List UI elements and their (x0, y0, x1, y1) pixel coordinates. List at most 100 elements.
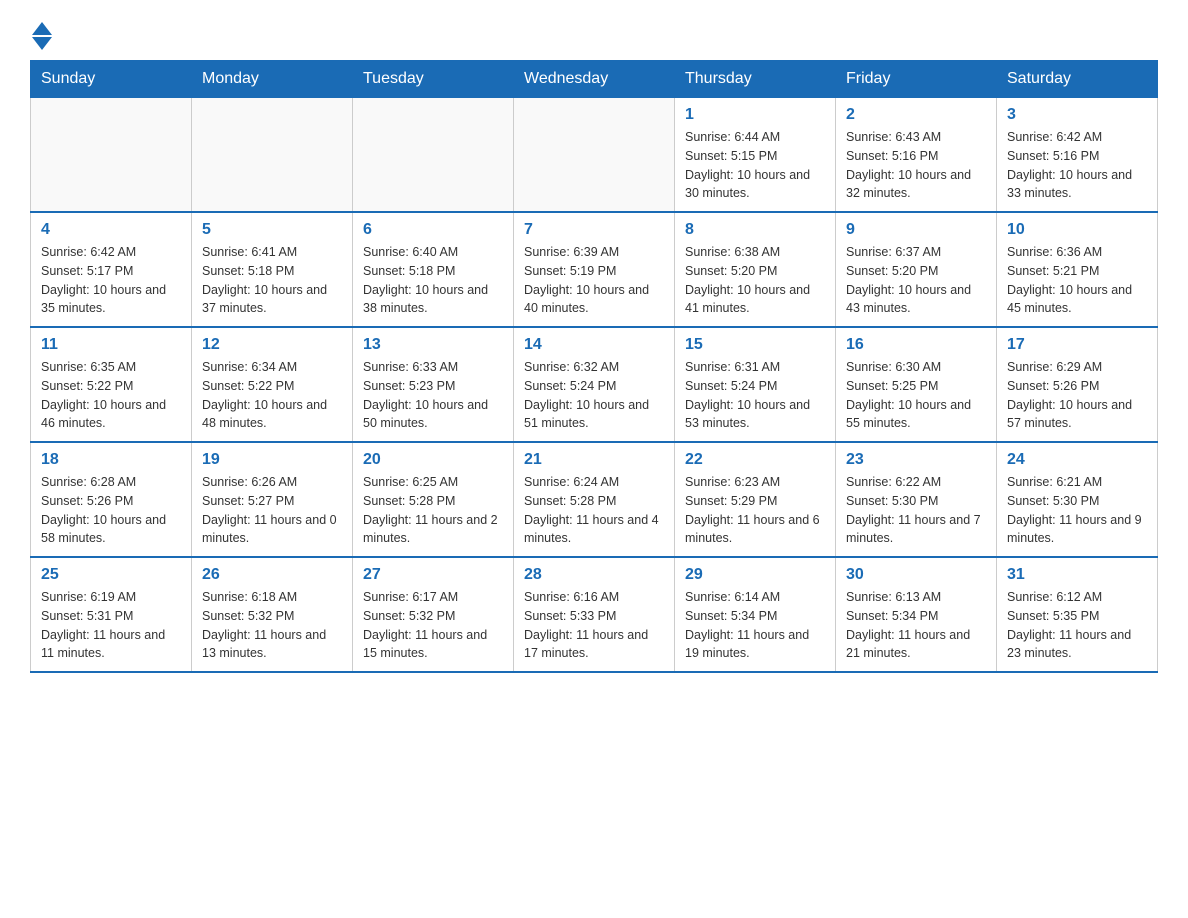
calendar-cell: 2 Sunrise: 6:43 AM Sunset: 5:16 PM Daylig… (836, 97, 997, 212)
day-number: 22 (685, 451, 825, 469)
day-number: 7 (524, 221, 664, 239)
day-header-thursday: Thursday (675, 61, 836, 97)
day-info: Sunrise: 6:23 AM Sunset: 5:29 PM Dayligh… (685, 473, 825, 548)
logo (30, 20, 52, 50)
calendar-cell: 17Sunrise: 6:29 AM Sunset: 5:26 PM Dayli… (997, 327, 1158, 442)
calendar-cell: 11 Sunrise: 6:35 AM Sunset: 5:22 PM Dayli… (31, 327, 192, 442)
day-number: 13 (363, 336, 503, 354)
day-number: 28 (524, 566, 664, 584)
day-info: Sunrise: 6:39 AM Sunset: 5:19 PM Dayligh… (524, 243, 664, 318)
page-header (30, 20, 1158, 50)
calendar-cell: 28 Sunrise: 6:16 AM Sunset: 5:33 PM Dayli… (514, 557, 675, 672)
day-info: Sunrise: 6:28 AM Sunset: 5:26 PM Dayligh… (41, 473, 181, 548)
day-number: 11 (41, 336, 181, 354)
day-number: 26 (202, 566, 342, 584)
day-info: Sunrise: 6:18 AM Sunset: 5:32 PM Dayligh… (202, 588, 342, 663)
day-number: 8 (685, 221, 825, 239)
day-number: 20 (363, 451, 503, 469)
day-header-friday: Friday (836, 61, 997, 97)
day-number: 21 (524, 451, 664, 469)
calendar-cell: 21 Sunrise: 6:24 AM Sunset: 5:28 PM Dayli… (514, 442, 675, 557)
day-number: 18 (41, 451, 181, 469)
calendar-cell: 4 Sunrise: 6:42 AM Sunset: 5:17 PM Daylig… (31, 212, 192, 327)
day-number: 16 (846, 336, 986, 354)
day-info: Sunrise: 6:13 AM Sunset: 5:34 PM Dayligh… (846, 588, 986, 663)
day-number: 9 (846, 221, 986, 239)
day-info: Sunrise: 6:34 AM Sunset: 5:22 PM Dayligh… (202, 358, 342, 433)
day-number: 4 (41, 221, 181, 239)
calendar-table: SundayMondayTuesdayWednesdayThursdayFrid… (30, 60, 1158, 673)
calendar-cell: 22 Sunrise: 6:23 AM Sunset: 5:29 PM Dayli… (675, 442, 836, 557)
day-header-monday: Monday (192, 61, 353, 97)
week-row-5: 25Sunrise: 6:19 AM Sunset: 5:31 PM Dayli… (31, 557, 1158, 672)
calendar-cell: 29Sunrise: 6:14 AM Sunset: 5:34 PM Dayli… (675, 557, 836, 672)
day-info: Sunrise: 6:36 AM Sunset: 5:21 PM Dayligh… (1007, 243, 1147, 318)
day-info: Sunrise: 6:42 AM Sunset: 5:17 PM Dayligh… (41, 243, 181, 318)
calendar-cell: 7 Sunrise: 6:39 AM Sunset: 5:19 PM Daylig… (514, 212, 675, 327)
day-number: 12 (202, 336, 342, 354)
week-row-2: 4 Sunrise: 6:42 AM Sunset: 5:17 PM Daylig… (31, 212, 1158, 327)
day-info: Sunrise: 6:17 AM Sunset: 5:32 PM Dayligh… (363, 588, 503, 663)
calendar-cell: 24Sunrise: 6:21 AM Sunset: 5:30 PM Dayli… (997, 442, 1158, 557)
day-info: Sunrise: 6:21 AM Sunset: 5:30 PM Dayligh… (1007, 473, 1147, 548)
day-number: 14 (524, 336, 664, 354)
day-info: Sunrise: 6:38 AM Sunset: 5:20 PM Dayligh… (685, 243, 825, 318)
calendar-cell (353, 97, 514, 212)
day-info: Sunrise: 6:43 AM Sunset: 5:16 PM Dayligh… (846, 128, 986, 203)
calendar-cell: 3 Sunrise: 6:42 AM Sunset: 5:16 PM Daylig… (997, 97, 1158, 212)
calendar-cell: 25Sunrise: 6:19 AM Sunset: 5:31 PM Dayli… (31, 557, 192, 672)
day-number: 17 (1007, 336, 1147, 354)
calendar-cell: 13 Sunrise: 6:33 AM Sunset: 5:23 PM Dayli… (353, 327, 514, 442)
calendar-cell: 8 Sunrise: 6:38 AM Sunset: 5:20 PM Daylig… (675, 212, 836, 327)
day-number: 1 (685, 106, 825, 124)
header-row: SundayMondayTuesdayWednesdayThursdayFrid… (31, 61, 1158, 97)
calendar-cell: 14 Sunrise: 6:32 AM Sunset: 5:24 PM Dayli… (514, 327, 675, 442)
day-info: Sunrise: 6:22 AM Sunset: 5:30 PM Dayligh… (846, 473, 986, 548)
day-info: Sunrise: 6:41 AM Sunset: 5:18 PM Dayligh… (202, 243, 342, 318)
day-header-sunday: Sunday (31, 61, 192, 97)
calendar-cell: 9Sunrise: 6:37 AM Sunset: 5:20 PM Daylig… (836, 212, 997, 327)
day-info: Sunrise: 6:32 AM Sunset: 5:24 PM Dayligh… (524, 358, 664, 433)
calendar-cell: 6Sunrise: 6:40 AM Sunset: 5:18 PM Daylig… (353, 212, 514, 327)
calendar-cell: 26 Sunrise: 6:18 AM Sunset: 5:32 PM Dayli… (192, 557, 353, 672)
day-number: 2 (846, 106, 986, 124)
day-header-tuesday: Tuesday (353, 61, 514, 97)
week-row-4: 18 Sunrise: 6:28 AM Sunset: 5:26 PM Dayli… (31, 442, 1158, 557)
calendar-cell: 20 Sunrise: 6:25 AM Sunset: 5:28 PM Dayli… (353, 442, 514, 557)
day-number: 15 (685, 336, 825, 354)
day-info: Sunrise: 6:16 AM Sunset: 5:33 PM Dayligh… (524, 588, 664, 663)
calendar-cell: 30 Sunrise: 6:13 AM Sunset: 5:34 PM Dayli… (836, 557, 997, 672)
day-info: Sunrise: 6:24 AM Sunset: 5:28 PM Dayligh… (524, 473, 664, 548)
day-info: Sunrise: 6:12 AM Sunset: 5:35 PM Dayligh… (1007, 588, 1147, 663)
day-info: Sunrise: 6:42 AM Sunset: 5:16 PM Dayligh… (1007, 128, 1147, 203)
day-number: 19 (202, 451, 342, 469)
calendar-cell: 19 Sunrise: 6:26 AM Sunset: 5:27 PM Dayli… (192, 442, 353, 557)
calendar-cell: 15 Sunrise: 6:31 AM Sunset: 5:24 PM Dayli… (675, 327, 836, 442)
day-info: Sunrise: 6:31 AM Sunset: 5:24 PM Dayligh… (685, 358, 825, 433)
calendar-cell (514, 97, 675, 212)
day-number: 10 (1007, 221, 1147, 239)
day-number: 23 (846, 451, 986, 469)
day-info: Sunrise: 6:25 AM Sunset: 5:28 PM Dayligh… (363, 473, 503, 548)
day-header-saturday: Saturday (997, 61, 1158, 97)
calendar-cell: 16 Sunrise: 6:30 AM Sunset: 5:25 PM Dayli… (836, 327, 997, 442)
calendar-cell: 5 Sunrise: 6:41 AM Sunset: 5:18 PM Daylig… (192, 212, 353, 327)
day-info: Sunrise: 6:26 AM Sunset: 5:27 PM Dayligh… (202, 473, 342, 548)
day-info: Sunrise: 6:35 AM Sunset: 5:22 PM Dayligh… (41, 358, 181, 433)
day-info: Sunrise: 6:30 AM Sunset: 5:25 PM Dayligh… (846, 358, 986, 433)
day-info: Sunrise: 6:40 AM Sunset: 5:18 PM Dayligh… (363, 243, 503, 318)
calendar-cell: 27 Sunrise: 6:17 AM Sunset: 5:32 PM Dayli… (353, 557, 514, 672)
day-number: 31 (1007, 566, 1147, 584)
day-info: Sunrise: 6:33 AM Sunset: 5:23 PM Dayligh… (363, 358, 503, 433)
calendar-cell: 1 Sunrise: 6:44 AM Sunset: 5:15 PM Daylig… (675, 97, 836, 212)
calendar-cell: 31 Sunrise: 6:12 AM Sunset: 5:35 PM Dayli… (997, 557, 1158, 672)
day-number: 30 (846, 566, 986, 584)
day-info: Sunrise: 6:44 AM Sunset: 5:15 PM Dayligh… (685, 128, 825, 203)
week-row-3: 11 Sunrise: 6:35 AM Sunset: 5:22 PM Dayli… (31, 327, 1158, 442)
calendar-cell (192, 97, 353, 212)
day-number: 5 (202, 221, 342, 239)
day-number: 3 (1007, 106, 1147, 124)
day-number: 29 (685, 566, 825, 584)
calendar-cell: 18 Sunrise: 6:28 AM Sunset: 5:26 PM Dayli… (31, 442, 192, 557)
day-number: 27 (363, 566, 503, 584)
